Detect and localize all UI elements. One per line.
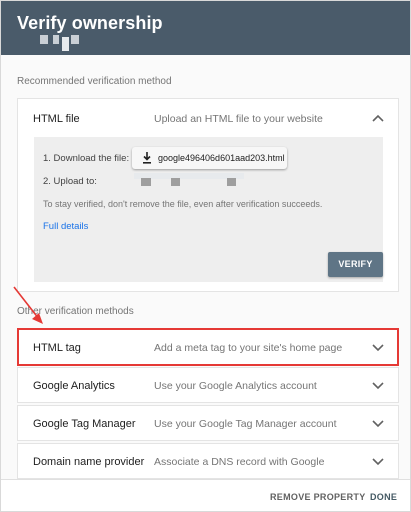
html-file-method-card: HTML file Upload an HTML file to your we… <box>17 98 399 292</box>
redacted-property-block <box>53 35 59 44</box>
verify-button[interactable]: VERIFY <box>328 252 383 277</box>
method-description: Associate a DNS record with Google <box>154 456 325 468</box>
chevron-down-icon[interactable] <box>372 382 384 390</box>
redacted-property-block <box>71 35 79 44</box>
stay-verified-note: To stay verified, don't remove the file,… <box>43 199 323 209</box>
download-filename: google496406d601aad203.html <box>158 153 285 163</box>
redacted-upload-path <box>171 178 180 186</box>
method-row-html-tag[interactable]: HTML tag Add a meta tag to your site's h… <box>17 328 399 366</box>
step-download-label: 1. Download the file: <box>43 153 130 164</box>
download-file-button[interactable]: google496406d601aad203.html <box>132 147 287 169</box>
method-title: Domain name provider <box>33 456 145 468</box>
redacted-upload-path <box>141 178 151 186</box>
download-icon <box>143 152 151 164</box>
method-description: Add a meta tag to your site's home page <box>154 342 343 354</box>
method-row-domain-name-provider[interactable]: Domain name provider Associate a DNS rec… <box>17 443 399 479</box>
dialog-footer: REMOVE PROPERTY DONE <box>1 479 410 511</box>
method-description: Use your Google Tag Manager account <box>154 418 337 430</box>
html-file-description: Upload an HTML file to your website <box>154 113 323 125</box>
redacted-property-block <box>62 37 69 51</box>
redacted-upload-path <box>227 178 236 186</box>
dialog-title: Verify ownership <box>17 13 163 33</box>
step-upload-label: 2. Upload to: <box>43 176 97 187</box>
recommended-section-label: Recommended verification method <box>17 76 172 87</box>
method-row-google-analytics[interactable]: Google Analytics Use your Google Analyti… <box>17 367 399 403</box>
method-title: Google Tag Manager <box>33 418 136 430</box>
chevron-down-icon[interactable] <box>372 420 384 428</box>
method-title: Google Analytics <box>33 380 115 392</box>
dialog-header: Verify ownership <box>1 1 410 55</box>
chevron-up-icon[interactable] <box>372 114 384 122</box>
redacted-property-block <box>40 35 48 44</box>
chevron-down-icon[interactable] <box>372 458 384 466</box>
chevron-down-icon[interactable] <box>372 344 384 352</box>
html-file-title[interactable]: HTML file <box>33 113 80 125</box>
done-button[interactable]: DONE <box>370 492 397 502</box>
html-file-details-panel: 1. Download the file: google496406d601aa… <box>34 137 383 282</box>
annotation-arrow-icon <box>13 286 43 324</box>
remove-property-button[interactable]: REMOVE PROPERTY <box>270 492 366 502</box>
verify-ownership-dialog: Verify ownership Recommended verificatio… <box>0 0 411 512</box>
method-description: Use your Google Analytics account <box>154 380 317 392</box>
method-row-google-tag-manager[interactable]: Google Tag Manager Use your Google Tag M… <box>17 405 399 441</box>
full-details-link[interactable]: Full details <box>43 221 88 232</box>
method-title: HTML tag <box>33 342 81 354</box>
